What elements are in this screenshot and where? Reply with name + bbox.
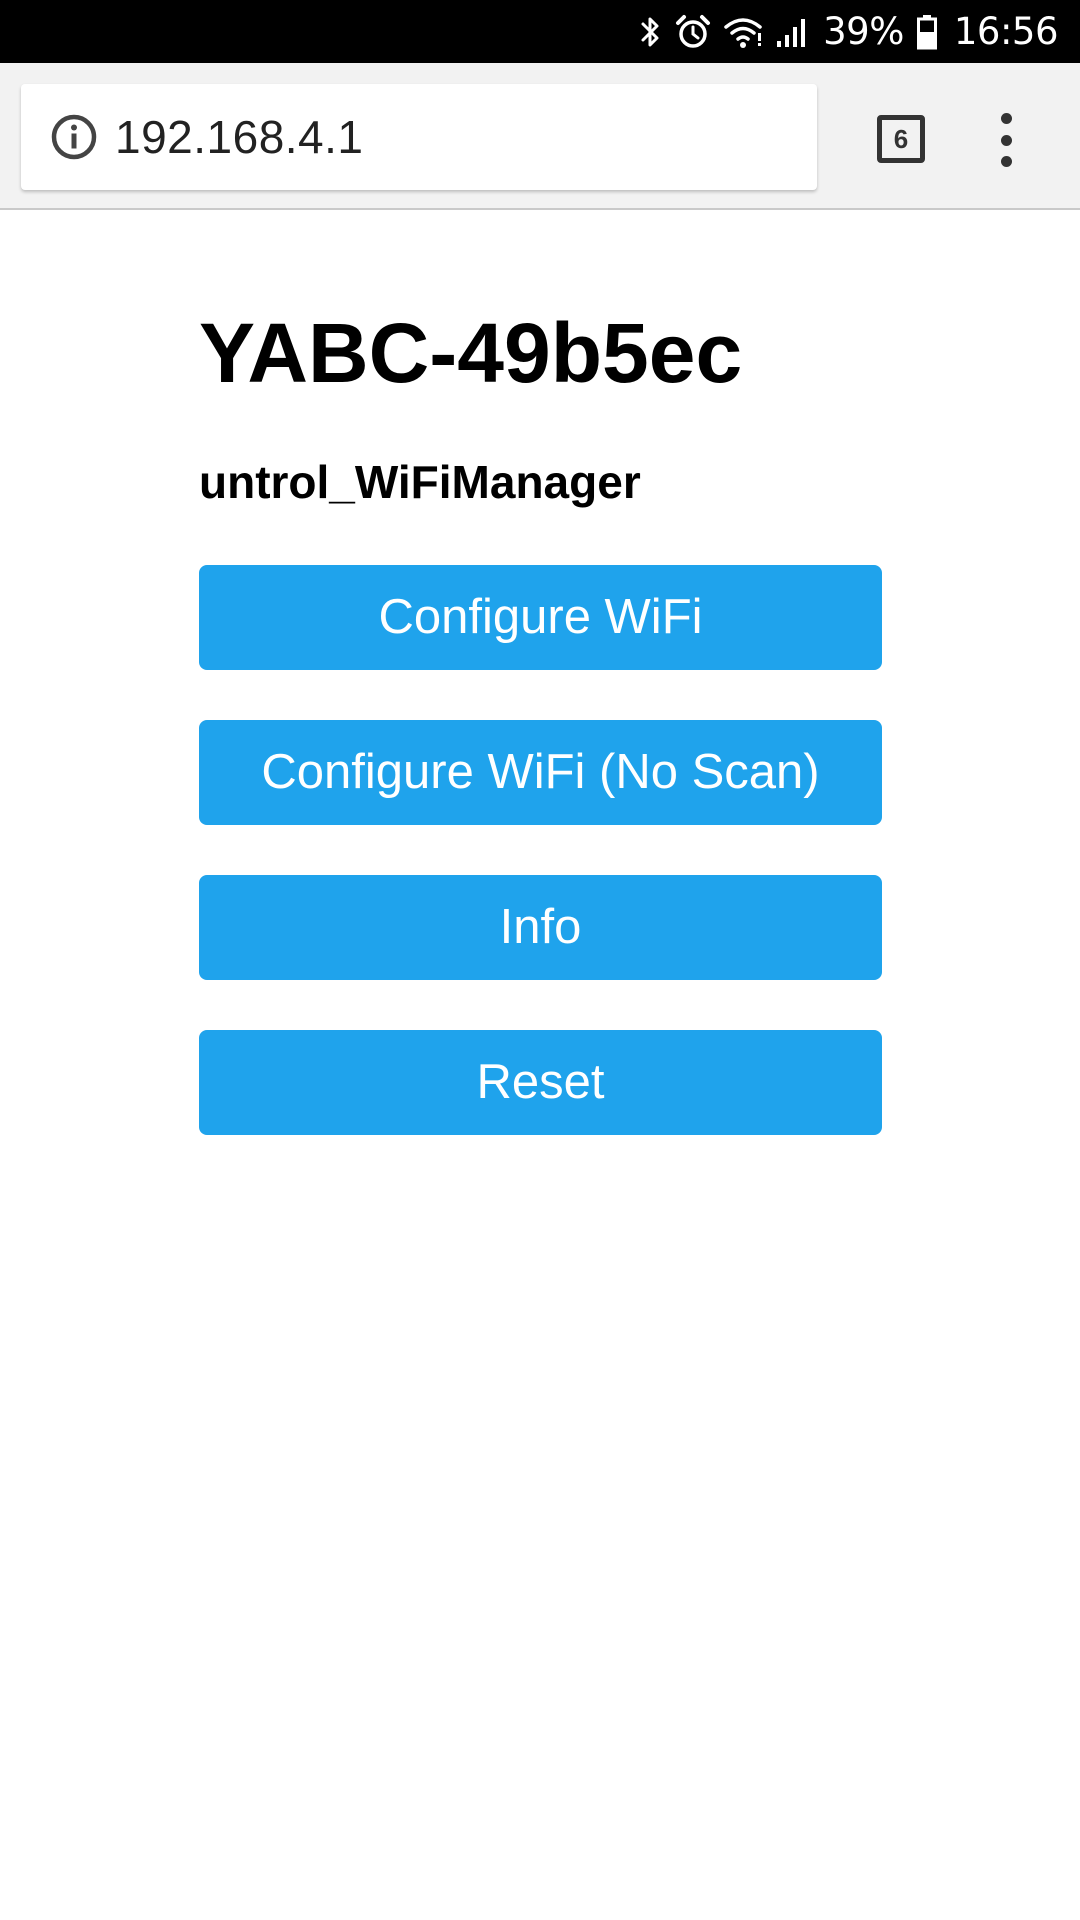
menu-dot [1000,134,1012,146]
status-bar: 39% 16:56 [0,0,1080,63]
overflow-menu-icon[interactable] [980,113,1032,167]
battery-icon [916,14,937,49]
configure-wifi-button[interactable]: Configure WiFi [199,565,882,670]
status-icons: 39% 16:56 [639,10,1059,53]
tab-count: 6 [893,123,909,154]
menu-dot [1000,113,1012,124]
battery-percent: 39% [823,10,904,53]
info-icon[interactable] [50,113,98,161]
browser-toolbar: 192.168.4.1 6 [0,63,1080,210]
info-button[interactable]: Info [199,875,882,980]
address-bar[interactable]: 192.168.4.1 [21,84,817,190]
signal-icon [777,18,806,47]
reset-button[interactable]: Reset [199,1030,882,1135]
menu-dot [1000,156,1012,167]
clock: 16:56 [953,10,1059,53]
tab-switcher-button[interactable]: 6 [877,115,925,163]
page-title: YABC-49b5ec [199,306,743,400]
configure-wifi-no-scan-button[interactable]: Configure WiFi (No Scan) [199,720,882,825]
wifi-icon [724,17,762,48]
page-subtitle: untrol_WiFiManager [199,456,641,508]
alarm-icon [676,14,711,48]
url-text[interactable]: 192.168.4.1 [115,84,364,190]
bluetooth-icon [641,17,659,46]
